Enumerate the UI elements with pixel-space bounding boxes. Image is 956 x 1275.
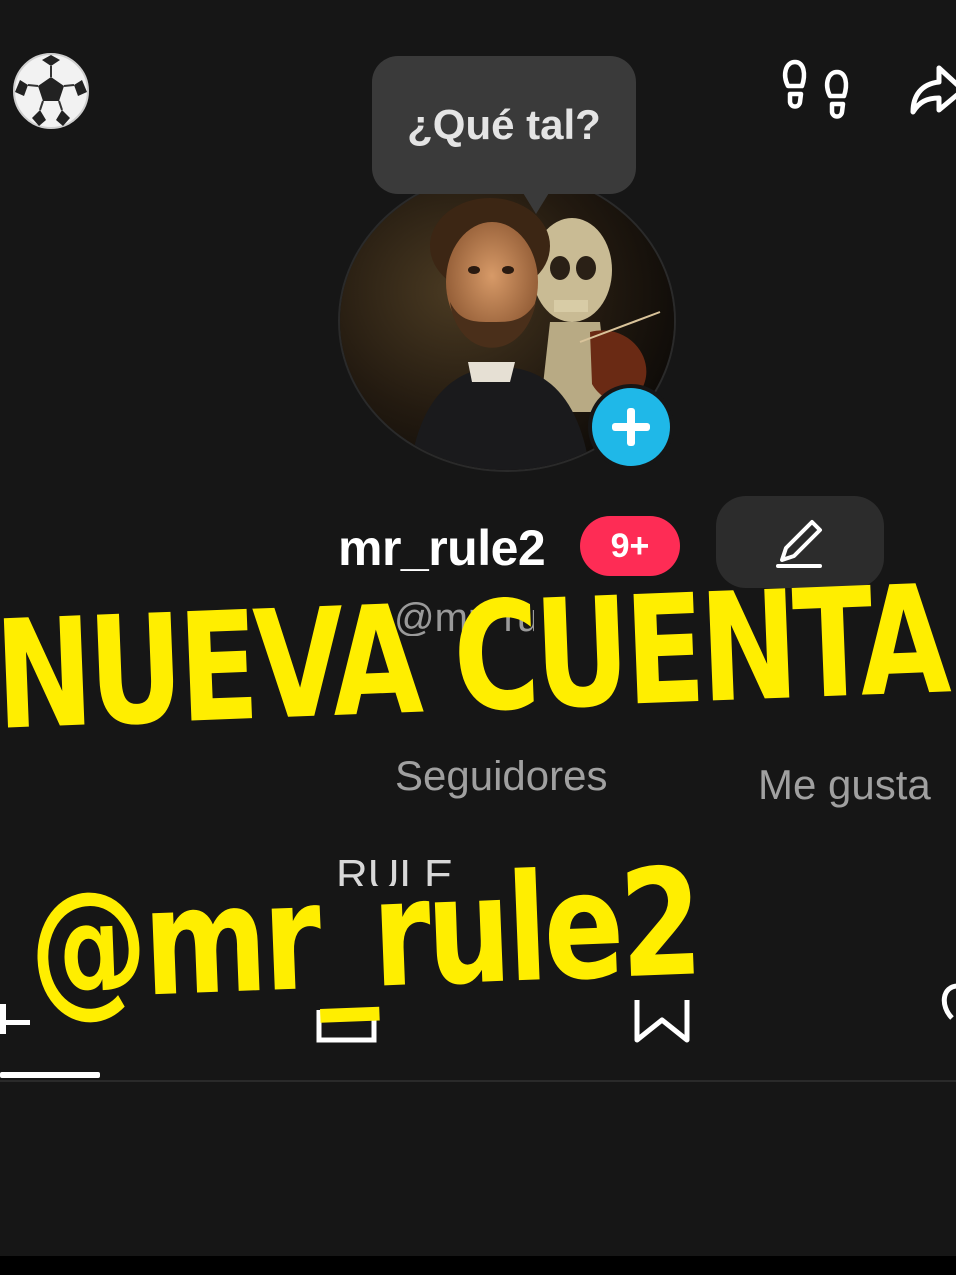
share-icon[interactable] bbox=[905, 62, 956, 122]
footprints-icon[interactable] bbox=[778, 56, 854, 126]
speech-bubble[interactable]: ¿Qué tal? bbox=[372, 56, 636, 194]
tab-divider bbox=[0, 1080, 956, 1082]
followers-label: Seguidores bbox=[395, 760, 635, 804]
soccer-ball-icon[interactable] bbox=[12, 52, 90, 130]
speech-bubble-text: ¿Qué tal? bbox=[407, 101, 601, 148]
liked-icon[interactable] bbox=[930, 980, 956, 1030]
plus-icon bbox=[612, 408, 650, 446]
followers-label-text: Seguidores bbox=[395, 760, 608, 799]
speech-bubble-tail bbox=[520, 188, 552, 214]
tab-indicator bbox=[0, 1072, 100, 1078]
overlay-handle: @mr_rule2 bbox=[26, 836, 702, 1034]
overlay-headline: NUEVA CUENTA bbox=[0, 553, 949, 764]
likes-label: Me gusta bbox=[758, 761, 931, 808]
bottom-strip bbox=[0, 1256, 956, 1275]
add-button[interactable] bbox=[588, 384, 674, 470]
